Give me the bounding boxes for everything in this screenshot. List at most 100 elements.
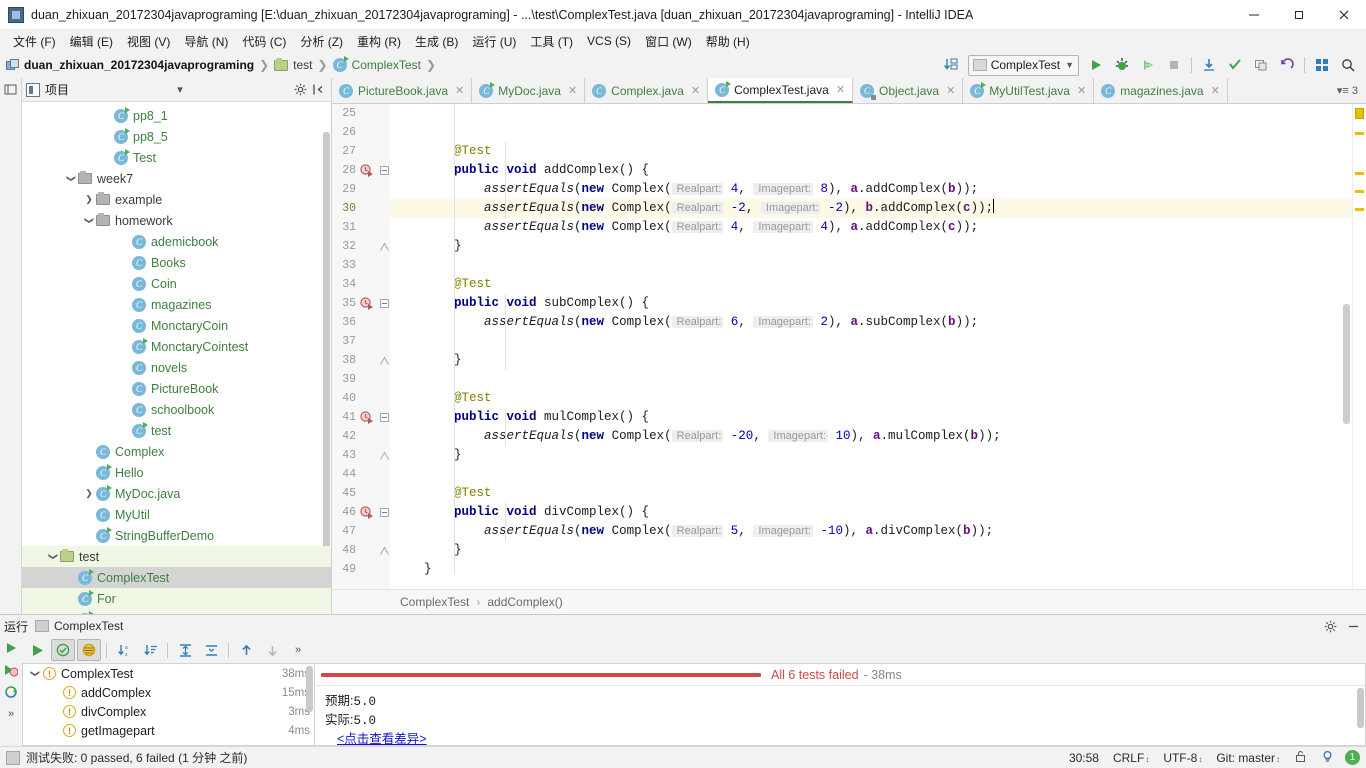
menu-run[interactable]: 运行 (U) (465, 30, 523, 52)
tree-node-homework[interactable]: ❯homework (22, 210, 331, 231)
tree-node-schoolbook[interactable]: Cschoolbook (22, 399, 331, 420)
menu-tools[interactable]: 工具 (T) (523, 30, 580, 52)
test-row-addcomplex[interactable]: !addComplex15ms (23, 683, 314, 702)
stripe-warning-marker[interactable] (1355, 208, 1364, 211)
run-test-icon[interactable] (360, 297, 374, 311)
tree-node-ademicbook[interactable]: Cademicbook (22, 231, 331, 252)
code-line[interactable]: } (390, 351, 1352, 370)
chevron-down-icon[interactable]: ❯ (66, 172, 77, 186)
caret-position[interactable]: 30:58 (1062, 751, 1106, 765)
next-failed-button[interactable] (260, 639, 284, 661)
file-encoding[interactable]: UTF-8↕ (1156, 751, 1209, 765)
menu-help[interactable]: 帮助 (H) (699, 30, 757, 52)
test-results-tree[interactable]: ❯!ComplexTest38ms!addComplex15ms!divComp… (22, 663, 315, 746)
code-line[interactable] (390, 123, 1352, 142)
inspections-icon[interactable] (1314, 750, 1341, 766)
editor-tab-complex[interactable]: CComplex.java✕ (585, 78, 708, 103)
fold-end-icon[interactable] (380, 546, 389, 555)
rerun-tests-button[interactable] (25, 639, 49, 661)
editor-vertical-scrollbar[interactable] (1343, 304, 1350, 424)
stripe-warning-marker[interactable] (1355, 172, 1364, 175)
console-scrollbar[interactable] (1357, 688, 1364, 728)
rerun-failed-icon[interactable] (1, 659, 21, 681)
tree-node-magazines[interactable]: Cmagazines (22, 294, 331, 315)
gear-icon[interactable] (291, 80, 309, 100)
menu-view[interactable]: 视图 (V) (120, 30, 177, 52)
code-line[interactable]: assertEquals(new Complex( Realpart: 4, I… (390, 218, 1352, 237)
editor-tab-myutiltest[interactable]: CMyUtilTest.java✕ (963, 78, 1094, 103)
code-line[interactable]: assertEquals(new Complex( Realpart: -2, … (390, 199, 1352, 218)
breadcrumb-folder[interactable]: test (274, 52, 312, 78)
menu-code[interactable]: 代码 (C) (235, 30, 293, 52)
test-row-complextest[interactable]: ❯!ComplexTest38ms (23, 664, 314, 683)
editor-breadcrumb-method[interactable]: addComplex() (487, 595, 562, 609)
collapse-all-button[interactable] (199, 639, 223, 661)
editor-gutter[interactable]: 2526272829303132333435363738394041424344… (332, 104, 390, 589)
editor-tab-complextest[interactable]: CComplexTest.java✕ (708, 78, 853, 103)
chevron-down-icon[interactable]: ❯ (84, 214, 95, 228)
code-line[interactable]: @Test (390, 484, 1352, 503)
debug-button[interactable] (1110, 53, 1134, 77)
menu-edit[interactable]: 编辑 (E) (63, 30, 120, 52)
tree-node-picturebook[interactable]: CPictureBook (22, 378, 331, 399)
code-line[interactable]: @Test (390, 142, 1352, 161)
run-with-coverage-button[interactable] (1136, 53, 1160, 77)
toggle-auto-test-icon[interactable] (1, 681, 21, 703)
minimize-panel-button[interactable] (1343, 616, 1363, 636)
menu-window[interactable]: 窗口 (W) (638, 30, 699, 52)
console-output[interactable]: 预期:5.0 实际:5.0 <点击查看差异> (315, 686, 1365, 749)
code-line[interactable]: @Test (390, 275, 1352, 294)
git-branch[interactable]: Git: master↕ (1209, 751, 1287, 765)
tree-node-test[interactable]: Ctest (22, 420, 331, 441)
menu-build[interactable]: 生成 (B) (408, 30, 465, 52)
tree-node-test[interactable]: CTest (22, 147, 331, 168)
chevron-down-icon[interactable]: ❯ (30, 666, 41, 682)
chevron-right-icon[interactable]: ❯ (82, 194, 96, 205)
collapse-all-icon[interactable] (309, 80, 327, 100)
tree-node-for[interactable]: CFor (22, 588, 331, 609)
commit-button[interactable] (1223, 53, 1247, 77)
editor-error-stripe[interactable] (1352, 104, 1366, 589)
test-tree-scrollbar[interactable] (306, 666, 313, 712)
tree-node-pp8-5[interactable]: Cpp8_5 (22, 126, 331, 147)
fold-collapse-icon[interactable] (380, 299, 389, 308)
tree-node-novels[interactable]: Cnovels (22, 357, 331, 378)
run-test-icon[interactable] (360, 411, 374, 425)
tab-overflow-button[interactable]: ▾≡ 3 (1228, 78, 1366, 103)
stripe-warning-marker[interactable] (1355, 108, 1364, 119)
editor-tab-object[interactable]: CObject.java✕ (853, 78, 963, 103)
menu-analyze[interactable]: 分析 (Z) (293, 30, 350, 52)
more-icon[interactable]: » (1, 703, 21, 725)
editor-tab-picturebook[interactable]: CPictureBook.java✕ (332, 78, 472, 103)
tree-node-myutil[interactable]: CMyUtil (22, 504, 331, 525)
close-icon[interactable]: ✕ (946, 84, 955, 97)
status-message[interactable]: 测试失败: 0 passed, 6 failed (1 分钟 之前) (26, 749, 247, 766)
chevron-down-icon[interactable]: ❯ (48, 550, 59, 564)
editor-tab-magazines[interactable]: Cmagazines.java✕ (1094, 78, 1228, 103)
structure-button[interactable] (1310, 53, 1334, 77)
code-line[interactable]: @Test (390, 389, 1352, 408)
breadcrumb-class[interactable]: C ComplexTest (333, 52, 421, 78)
editor-tab-mydoc[interactable]: CMyDoc.java✕ (472, 78, 585, 103)
view-diff-link[interactable]: <点击查看差异> (325, 730, 1365, 749)
previous-failed-button[interactable] (234, 639, 258, 661)
code-line[interactable] (390, 104, 1352, 123)
code-line[interactable]: public void addComplex() { (390, 161, 1352, 180)
code-line[interactable]: assertEquals(new Complex( Realpart: 4, I… (390, 180, 1352, 199)
rollback-button[interactable] (1275, 53, 1299, 77)
chevron-right-icon[interactable]: ❯ (82, 488, 96, 499)
stripe-warning-marker[interactable] (1355, 190, 1364, 193)
tree-node-monctarycoin[interactable]: CMonctaryCoin (22, 315, 331, 336)
sort-by-duration-button[interactable] (138, 639, 162, 661)
project-tree[interactable]: Cpp8_1Cpp8_5CTest❯week7❯example❯homework… (22, 102, 331, 614)
tree-node-complex[interactable]: CComplex (22, 441, 331, 462)
rail-project-icon[interactable] (1, 78, 21, 100)
menu-refactor[interactable]: 重构 (R) (350, 30, 408, 52)
code-line[interactable] (390, 256, 1352, 275)
show-ignored-toggle[interactable] (77, 639, 101, 661)
stop-button[interactable] (1162, 53, 1186, 77)
editor-breadcrumb-class[interactable]: ComplexTest (400, 595, 469, 609)
menu-navigate[interactable]: 导航 (N) (177, 30, 235, 52)
code-line[interactable]: assertEquals(new Complex( Realpart: -20,… (390, 427, 1352, 446)
run-configuration-selector[interactable]: ComplexTest ▼ (968, 55, 1079, 76)
